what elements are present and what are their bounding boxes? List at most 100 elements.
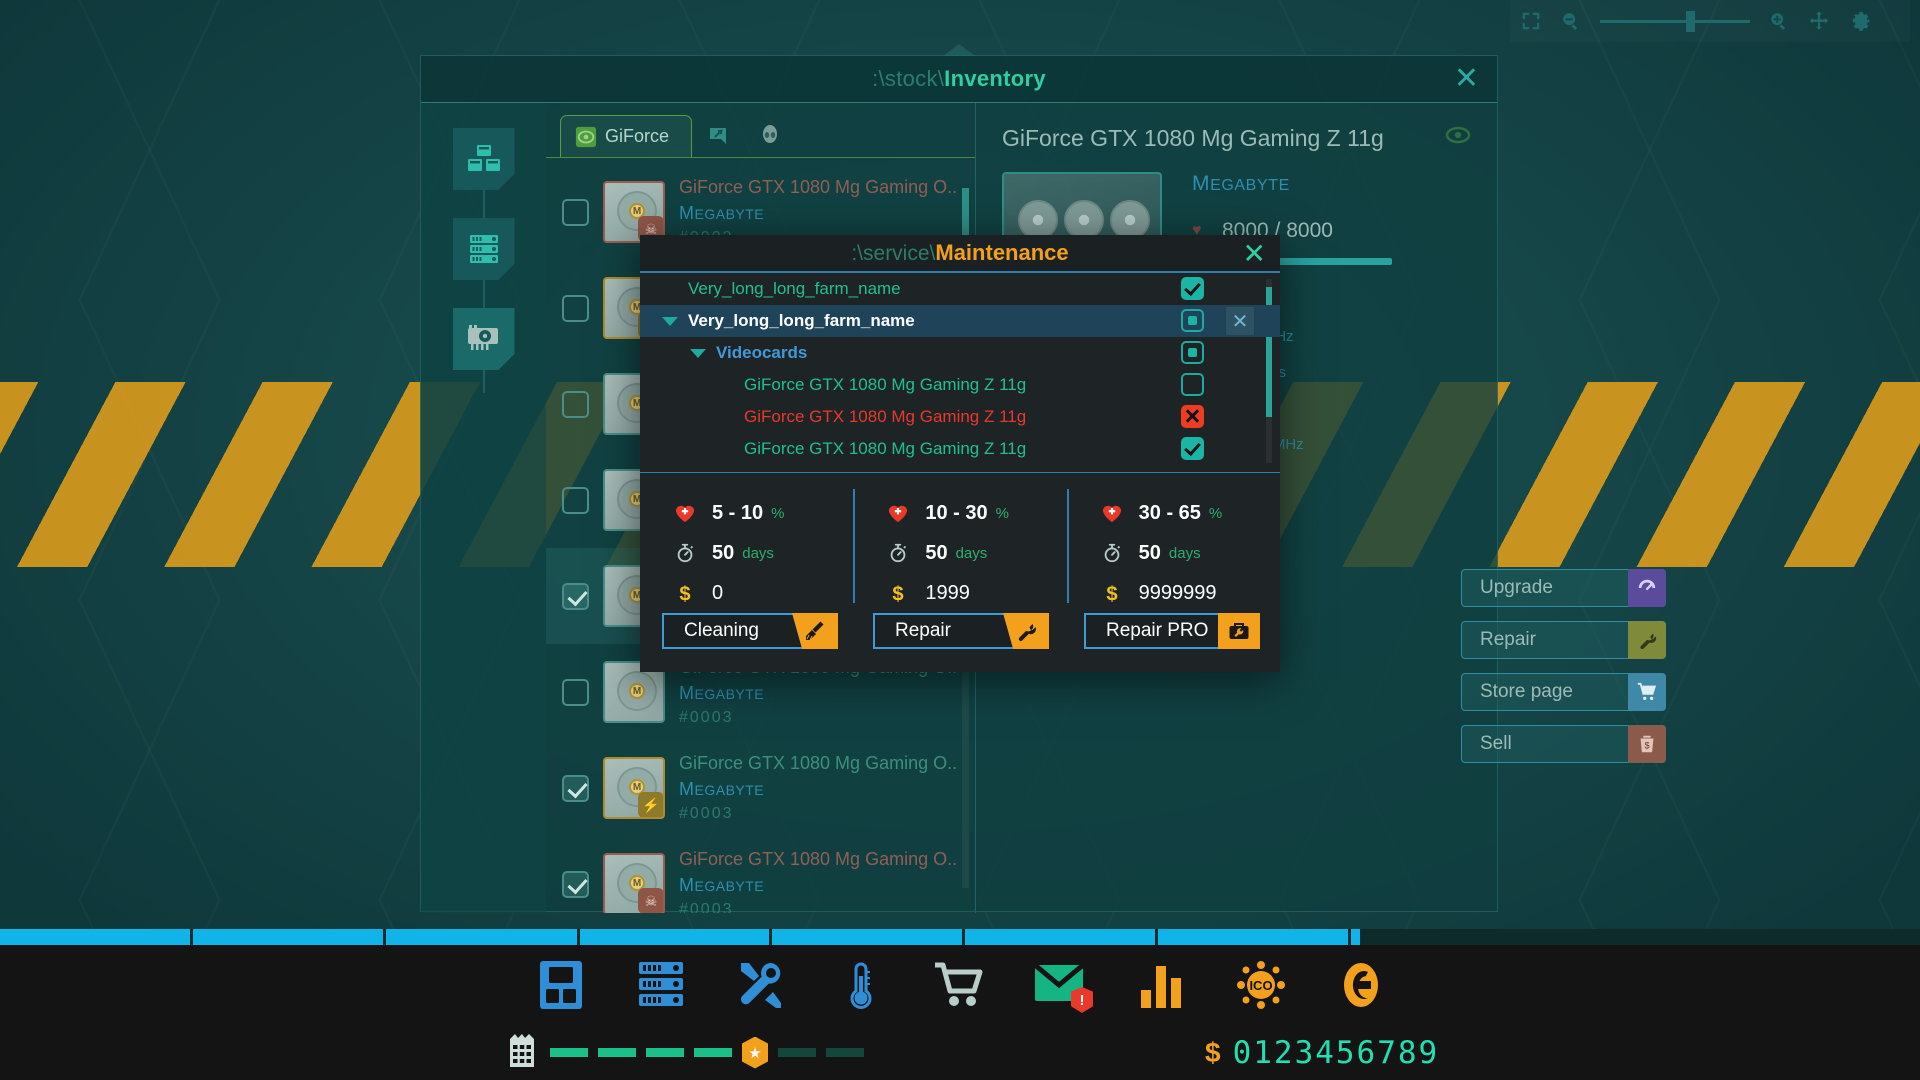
toolbox-icon — [1218, 613, 1260, 649]
maintenance-tree-node[interactable]: Videocards — [640, 337, 1280, 369]
maintenance-stat-column: 5 - 10%50days$0 — [640, 485, 853, 613]
maintenance-title-name: Maintenance — [935, 240, 1068, 265]
detail-action-label: Repair — [1480, 629, 1536, 651]
taskbar-stock-icon[interactable] — [533, 957, 589, 1013]
maintenance-stat-price: $0 — [672, 573, 853, 613]
maintenance-button-label: Repair PRO — [1106, 620, 1208, 642]
reputation-meter: ★ — [0, 1033, 864, 1072]
maintenance-close-button[interactable]: ✕ — [1243, 239, 1266, 269]
maintenance-tree-node[interactable]: GiForce GTX 1080 Mg Gaming Z 11g — [640, 401, 1280, 433]
maintenance-tree[interactable]: Very_long_long_farm_nameVery_long_long_f… — [640, 273, 1280, 473]
maintenance-health-unit: % — [771, 505, 784, 522]
wrench-icon — [1003, 613, 1049, 649]
maintenance-tree-node[interactable]: GiForce GTX 1080 Mg Gaming Z 11g — [640, 433, 1280, 465]
maintenance-tree-checkbox[interactable] — [1181, 405, 1204, 428]
inventory-item-title: GiForce GTX 1080 Mg Gaming O.. — [679, 177, 957, 198]
maintenance-tree-node[interactable]: Very_long_long_farm_name — [640, 273, 1280, 305]
detail-action-sell[interactable]: Sell$ — [1461, 725, 1666, 763]
maintenance-title: :\service\Maintenance — [851, 240, 1068, 266]
bolt-icon: ⚡ — [638, 792, 664, 818]
stopwatch-icon — [1099, 542, 1125, 564]
maintenance-button-cleaning[interactable]: Cleaning — [662, 613, 838, 649]
skull-icon: ☠ — [638, 888, 664, 913]
zoom-out-icon[interactable] — [1560, 10, 1582, 32]
detail-action-store-page[interactable]: Store page — [1461, 673, 1666, 711]
maintenance-tree-label: Very_long_long_farm_name — [688, 311, 915, 331]
notification-badge: ! — [1071, 987, 1093, 1013]
window-handle — [943, 44, 975, 56]
inventory-item-checkbox[interactable] — [562, 775, 589, 802]
heart-plus-icon — [1099, 503, 1125, 523]
inventory-item-checkbox[interactable] — [562, 391, 589, 418]
pan-icon[interactable] — [1808, 10, 1830, 32]
maintenance-time-unit: days — [742, 545, 774, 562]
inventory-item-checkbox[interactable] — [562, 871, 589, 898]
maintenance-button-repair-pro[interactable]: Repair PRO — [1084, 613, 1260, 649]
inventory-list-item[interactable]: M☠GiForce GTX 1080 Mg Gaming O..MEGABYTE… — [546, 836, 975, 913]
maintenance-time-unit: days — [1169, 545, 1201, 562]
building-icon — [508, 1033, 536, 1072]
maintenance-tree-label: GiForce GTX 1080 Mg Gaming Z 11g — [744, 375, 1026, 395]
dollar-icon: $ — [885, 581, 911, 605]
detail-title: GiForce GTX 1080 Mg Gaming Z 11g — [1002, 125, 1471, 152]
inventory-item-checkbox[interactable] — [562, 295, 589, 322]
tab-giforce[interactable]: GiForce — [560, 115, 692, 157]
maintenance-tree-checkbox[interactable] — [1181, 373, 1204, 396]
reputation-segment — [778, 1048, 816, 1057]
settings-icon[interactable] — [1848, 10, 1870, 32]
inventory-list-item[interactable]: M⚡GiForce GTX 1080 Mg Gaming O..MEGABYTE… — [546, 740, 975, 836]
reputation-segment — [646, 1048, 684, 1057]
zoom-slider[interactable] — [1600, 20, 1750, 23]
taskbar-racks-icon[interactable] — [633, 957, 689, 1013]
inventory-item-checkbox[interactable] — [562, 583, 589, 610]
taskbar: ! ICO — [0, 945, 1920, 1025]
chevron-down-icon[interactable] — [662, 317, 678, 326]
maintenance-health-unit: % — [996, 505, 1009, 522]
sidebar-item-videocards[interactable] — [453, 308, 515, 370]
zoom-slider-thumb[interactable] — [1686, 11, 1695, 32]
taskbar-mail-icon[interactable]: ! — [1033, 957, 1089, 1013]
fullscreen-icon[interactable] — [1520, 10, 1542, 32]
maintenance-remove-button[interactable]: ✕ — [1226, 307, 1254, 335]
taskbar-cart-icon[interactable] — [933, 957, 989, 1013]
maintenance-dialog: :\service\Maintenance ✕ Very_long_long_f… — [640, 235, 1280, 672]
inventory-item-checkbox[interactable] — [562, 679, 589, 706]
taskbar-tools-icon[interactable] — [733, 957, 789, 1013]
detail-action-label: Upgrade — [1480, 577, 1553, 599]
zoom-in-icon[interactable] — [1768, 10, 1790, 32]
detail-action-upgrade[interactable]: Upgrade — [1461, 569, 1666, 607]
reputation-segment — [826, 1048, 864, 1057]
sidebar-item-racks[interactable] — [453, 218, 515, 280]
maintenance-tree-label: GiForce GTX 1080 Mg Gaming Z 11g — [744, 407, 1026, 427]
money-sign: $ — [1205, 1037, 1221, 1069]
svg-text:$: $ — [893, 583, 904, 605]
tab-vendor-3[interactable] — [744, 115, 796, 157]
inventory-item-id: #0003 — [679, 709, 957, 727]
heart-plus-icon — [885, 503, 911, 523]
detail-action-repair[interactable]: Repair — [1461, 621, 1666, 659]
chevron-down-icon[interactable] — [690, 349, 706, 358]
maintenance-button-repair[interactable]: Repair — [873, 613, 1049, 649]
maintenance-tree-checkbox[interactable] — [1181, 437, 1204, 460]
statusbar: ★ $ 0123456789 — [0, 1025, 1920, 1080]
taskbar-coin-icon[interactable] — [1333, 957, 1389, 1013]
taskbar-ico-icon[interactable]: ICO — [1233, 957, 1289, 1013]
maintenance-tree-checkbox[interactable] — [1181, 309, 1204, 332]
taskbar-thermometer-icon[interactable] — [833, 957, 889, 1013]
taskbar-chart-icon[interactable] — [1133, 957, 1189, 1013]
maintenance-tree-node[interactable]: GiForce GTX 1080 Mg Gaming Z 11g — [640, 369, 1280, 401]
maintenance-tree-checkbox[interactable] — [1181, 341, 1204, 364]
maintenance-tree-node[interactable]: Very_long_long_farm_name ✕ — [640, 305, 1280, 337]
inventory-item-checkbox[interactable] — [562, 199, 589, 226]
tab-vendor-2[interactable] — [692, 115, 744, 157]
inventory-item-checkbox[interactable] — [562, 487, 589, 514]
sidebar-item-stock[interactable] — [453, 128, 515, 190]
maintenance-actions: Cleaning Repair Repair PRO — [640, 613, 1280, 649]
inventory-item-brand: MEGABYTE — [679, 779, 957, 800]
inventory-close-button[interactable]: ✕ — [1454, 64, 1479, 94]
cart-icon — [1628, 673, 1666, 711]
maintenance-tree-checkbox[interactable] — [1181, 277, 1204, 300]
maintenance-title-path: :\service\ — [851, 242, 935, 265]
maintenance-health-value: 5 - 10 — [712, 502, 763, 525]
maintenance-button-label: Cleaning — [684, 620, 759, 642]
